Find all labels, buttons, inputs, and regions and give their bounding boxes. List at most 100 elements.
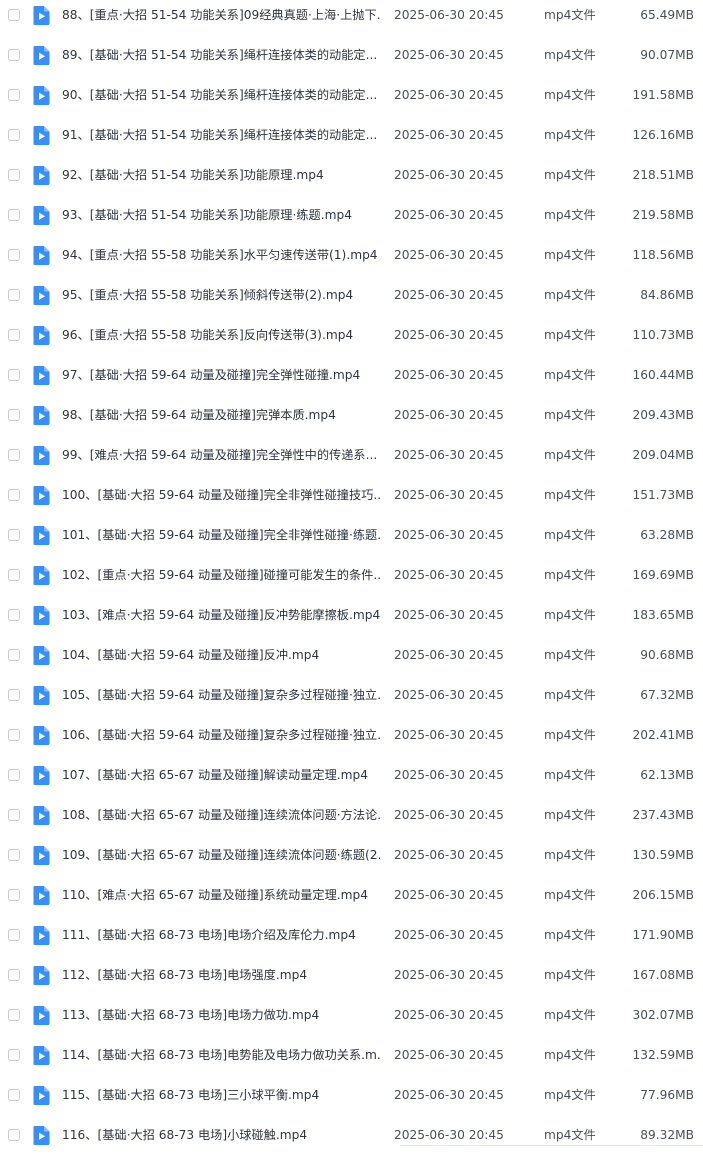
file-name[interactable]: 89、[基础·大招 51-54 功能关系]绳杆连接体类的动能定... <box>62 47 380 63</box>
row-checkbox[interactable] <box>8 929 20 941</box>
file-name[interactable]: 101、[基础·大招 59-64 动量及碰撞]完全非弹性碰撞·练题... <box>62 527 380 543</box>
file-type: mp4文件 <box>544 368 596 382</box>
row-checkbox[interactable] <box>8 689 20 701</box>
file-row[interactable]: 91、[基础·大招 51-54 功能关系]绳杆连接体类的动能定... 2025-0… <box>0 122 703 162</box>
row-checkbox[interactable] <box>8 529 20 541</box>
file-row[interactable]: 100、[基础·大招 59-64 动量及碰撞]完全非弹性碰撞技巧.... 2025… <box>0 482 703 522</box>
file-row[interactable]: 92、[基础·大招 51-54 功能关系]功能原理.mp4 2025-06-30 … <box>0 162 703 202</box>
file-name[interactable]: 112、[基础·大招 68-73 电场]电场强度.mp4 <box>62 967 380 983</box>
modified-date: 2025-06-30 20:45 <box>394 648 504 662</box>
row-checkbox[interactable] <box>8 249 20 261</box>
file-name[interactable]: 92、[基础·大招 51-54 功能关系]功能原理.mp4 <box>62 167 380 183</box>
row-checkbox[interactable] <box>8 1009 20 1021</box>
row-checkbox[interactable] <box>8 129 20 141</box>
video-file-icon <box>33 726 50 745</box>
file-row[interactable]: 104、[基础·大招 59-64 动量及碰撞]反冲.mp4 2025-06-30 … <box>0 642 703 682</box>
file-row[interactable]: 110、[难点·大招 65-67 动量及碰撞]系统动量定理.mp4 2025-06… <box>0 882 703 922</box>
file-name[interactable]: 97、[基础·大招 59-64 动量及碰撞]完全弹性碰撞.mp4 <box>62 367 380 383</box>
file-row[interactable]: 89、[基础·大招 51-54 功能关系]绳杆连接体类的动能定... 2025-0… <box>0 42 703 82</box>
file-row[interactable]: 114、[基础·大招 68-73 电场]电势能及电场力做功关系.m... 2025… <box>0 1042 703 1082</box>
row-checkbox[interactable] <box>8 569 20 581</box>
file-name[interactable]: 104、[基础·大招 59-64 动量及碰撞]反冲.mp4 <box>62 647 380 663</box>
video-file-icon <box>33 286 50 305</box>
file-name[interactable]: 111、[基础·大招 68-73 电场]电场介绍及库伦力.mp4 <box>62 927 380 943</box>
row-checkbox[interactable] <box>8 609 20 621</box>
file-size: 63.28MB <box>640 528 694 542</box>
file-name[interactable]: 113、[基础·大招 68-73 电场]电场力做功.mp4 <box>62 1007 380 1023</box>
file-row[interactable]: 116、[基础·大招 68-73 电场]小球碰触.mp4 2025-06-30 2… <box>0 1122 703 1162</box>
file-row[interactable]: 94、[重点·大招 55-58 功能关系]水平匀速传送带(1).mp4 2025-… <box>0 242 703 282</box>
row-checkbox[interactable] <box>8 169 20 181</box>
file-row[interactable]: 115、[基础·大招 68-73 电场]三小球平衡.mp4 2025-06-30 … <box>0 1082 703 1122</box>
row-checkbox[interactable] <box>8 1129 20 1141</box>
modified-date: 2025-06-30 20:45 <box>394 248 504 262</box>
file-row[interactable]: 90、[基础·大招 51-54 功能关系]绳杆连接体类的动能定... 2025-0… <box>0 82 703 122</box>
file-name[interactable]: 114、[基础·大招 68-73 电场]电势能及电场力做功关系.m... <box>62 1047 380 1063</box>
file-name[interactable]: 102、[重点·大招 59-64 动量及碰撞]碰撞可能发生的条件.... <box>62 567 380 583</box>
file-row[interactable]: 97、[基础·大招 59-64 动量及碰撞]完全弹性碰撞.mp4 2025-06-… <box>0 362 703 402</box>
file-name[interactable]: 108、[基础·大招 65-67 动量及碰撞]连续流体问题·方法论... <box>62 807 380 823</box>
row-checkbox[interactable] <box>8 809 20 821</box>
row-checkbox[interactable] <box>8 9 20 21</box>
file-row[interactable]: 107、[基础·大招 65-67 动量及碰撞]解读动量定理.mp4 2025-06… <box>0 762 703 802</box>
file-name[interactable]: 95、[重点·大招 55-58 功能关系]倾斜传送带(2).mp4 <box>62 287 380 303</box>
row-checkbox[interactable] <box>8 889 20 901</box>
video-file-icon <box>33 366 50 385</box>
file-row[interactable]: 113、[基础·大招 68-73 电场]电场力做功.mp4 2025-06-30 … <box>0 1002 703 1042</box>
file-name[interactable]: 96、[重点·大招 55-58 功能关系]反向传送带(3).mp4 <box>62 327 380 343</box>
row-checkbox[interactable] <box>8 449 20 461</box>
file-name[interactable]: 88、[重点·大招 51-54 功能关系]09经典真题·上海·上抛下... <box>62 7 380 23</box>
row-checkbox[interactable] <box>8 329 20 341</box>
row-checkbox[interactable] <box>8 369 20 381</box>
modified-date: 2025-06-30 20:45 <box>394 848 504 862</box>
video-file-icon <box>33 846 50 865</box>
file-name[interactable]: 94、[重点·大招 55-58 功能关系]水平匀速传送带(1).mp4 <box>62 247 380 263</box>
file-name[interactable]: 109、[基础·大招 65-67 动量及碰撞]连续流体问题·练题(2... <box>62 847 380 863</box>
file-row[interactable]: 112、[基础·大招 68-73 电场]电场强度.mp4 2025-06-30 2… <box>0 962 703 1002</box>
file-row[interactable]: 103、[难点·大招 59-64 动量及碰撞]反冲势能摩擦板.mp4 2025-0… <box>0 602 703 642</box>
row-checkbox[interactable] <box>8 849 20 861</box>
file-row[interactable]: 88、[重点·大招 51-54 功能关系]09经典真题·上海·上抛下... 202… <box>0 2 703 42</box>
file-row[interactable]: 101、[基础·大招 59-64 动量及碰撞]完全非弹性碰撞·练题... 2025… <box>0 522 703 562</box>
row-checkbox[interactable] <box>8 489 20 501</box>
file-name[interactable]: 105、[基础·大招 59-64 动量及碰撞]复杂多过程碰撞·独立... <box>62 687 380 703</box>
file-row[interactable]: 99、[难点·大招 59-64 动量及碰撞]完全弹性中的传递系... 2025-0… <box>0 442 703 482</box>
video-file-icon <box>33 686 50 705</box>
file-name[interactable]: 116、[基础·大招 68-73 电场]小球碰触.mp4 <box>62 1127 380 1143</box>
file-size: 90.68MB <box>640 648 694 662</box>
file-name[interactable]: 100、[基础·大招 59-64 动量及碰撞]完全非弹性碰撞技巧.... <box>62 487 380 503</box>
file-row[interactable]: 108、[基础·大招 65-67 动量及碰撞]连续流体问题·方法论... 2025… <box>0 802 703 842</box>
file-row[interactable]: 111、[基础·大招 68-73 电场]电场介绍及库伦力.mp4 2025-06-… <box>0 922 703 962</box>
row-checkbox[interactable] <box>8 769 20 781</box>
row-checkbox[interactable] <box>8 289 20 301</box>
row-checkbox[interactable] <box>8 209 20 221</box>
file-row[interactable]: 102、[重点·大招 59-64 动量及碰撞]碰撞可能发生的条件.... 2025… <box>0 562 703 602</box>
file-row[interactable]: 109、[基础·大招 65-67 动量及碰撞]连续流体问题·练题(2... 202… <box>0 842 703 882</box>
file-row[interactable]: 96、[重点·大招 55-58 功能关系]反向传送带(3).mp4 2025-06… <box>0 322 703 362</box>
file-name[interactable]: 99、[难点·大招 59-64 动量及碰撞]完全弹性中的传递系... <box>62 447 380 463</box>
row-checkbox[interactable] <box>8 49 20 61</box>
video-file-icon <box>33 566 50 585</box>
file-name[interactable]: 103、[难点·大招 59-64 动量及碰撞]反冲势能摩擦板.mp4 <box>62 607 380 623</box>
row-checkbox[interactable] <box>8 649 20 661</box>
file-row[interactable]: 105、[基础·大招 59-64 动量及碰撞]复杂多过程碰撞·独立... 2025… <box>0 682 703 722</box>
modified-date: 2025-06-30 20:45 <box>394 808 504 822</box>
row-checkbox[interactable] <box>8 89 20 101</box>
file-name[interactable]: 107、[基础·大招 65-67 动量及碰撞]解读动量定理.mp4 <box>62 767 380 783</box>
file-row[interactable]: 106、[基础·大招 59-64 动量及碰撞]复杂多过程碰撞·独立... 2025… <box>0 722 703 762</box>
file-name[interactable]: 93、[基础·大招 51-54 功能关系]功能原理·练题.mp4 <box>62 207 380 223</box>
file-name[interactable]: 91、[基础·大招 51-54 功能关系]绳杆连接体类的动能定... <box>62 127 380 143</box>
row-checkbox[interactable] <box>8 1049 20 1061</box>
file-row[interactable]: 95、[重点·大招 55-58 功能关系]倾斜传送带(2).mp4 2025-06… <box>0 282 703 322</box>
file-name[interactable]: 90、[基础·大招 51-54 功能关系]绳杆连接体类的动能定... <box>62 87 380 103</box>
file-name[interactable]: 98、[基础·大招 59-64 动量及碰撞]完弹本质.mp4 <box>62 407 380 423</box>
row-checkbox[interactable] <box>8 1089 20 1101</box>
row-checkbox[interactable] <box>8 969 20 981</box>
file-name[interactable]: 110、[难点·大招 65-67 动量及碰撞]系统动量定理.mp4 <box>62 887 380 903</box>
row-checkbox[interactable] <box>8 409 20 421</box>
file-name[interactable]: 106、[基础·大招 59-64 动量及碰撞]复杂多过程碰撞·独立... <box>62 727 380 743</box>
file-name[interactable]: 115、[基础·大招 68-73 电场]三小球平衡.mp4 <box>62 1087 380 1103</box>
file-row[interactable]: 98、[基础·大招 59-64 动量及碰撞]完弹本质.mp4 2025-06-30… <box>0 402 703 442</box>
file-row[interactable]: 93、[基础·大招 51-54 功能关系]功能原理·练题.mp4 2025-06-… <box>0 202 703 242</box>
row-checkbox[interactable] <box>8 729 20 741</box>
